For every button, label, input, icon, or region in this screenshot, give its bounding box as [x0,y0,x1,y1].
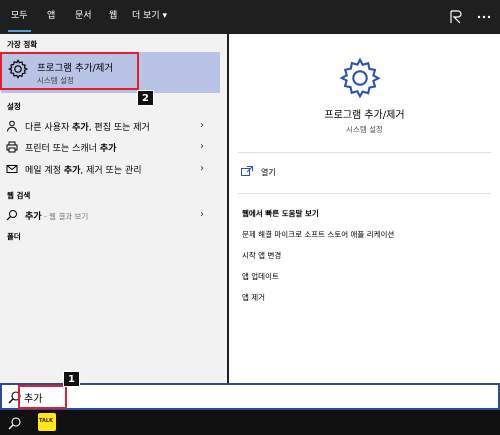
taskbar [0,410,500,435]
annotation-box-search [18,385,67,409]
tab-more[interactable]: 더 보기 ▾ [132,0,167,34]
open-action[interactable]: 열기 [261,167,276,178]
folders-header: 폴더 [7,232,21,241]
settings-item-label: 다른 사용자 추가, 편집 또는 제거 [25,123,150,133]
annotation-badge: 1 [63,371,80,387]
help-link[interactable]: 앱 제거 [242,292,265,303]
help-link[interactable]: 앱 업데이트 [242,271,279,282]
settings-item-other-users[interactable]: 다른 사용자 추가, 편집 또는 제거 › [0,117,227,136]
settings-header: 설정 [7,102,21,111]
mail-icon [6,165,18,173]
settings-item-label: 프린터 또는 스캐너 추가 [25,144,117,154]
feedback-icon[interactable] [448,9,464,25]
open-icon[interactable] [241,166,253,176]
help-link[interactable]: 시작 앱 변경 [242,250,281,261]
preview-pane: 프로그램 추가/제거 시스템 설정 열기 웹에서 빠른 도움말 보기 문제 해결… [229,34,500,385]
divider [238,152,491,153]
tab-all[interactable]: 모두 [8,0,31,34]
annotation-badge: 2 [137,90,154,106]
search-bar [0,383,500,410]
tab-apps[interactable]: 앱 [47,0,55,34]
more-options-icon[interactable] [476,9,492,25]
web-search-item[interactable]: 추가 - 웹 결과 보기 › [0,206,227,225]
annotation-box-best-match [0,52,139,90]
tab-web[interactable]: 웹 [109,0,117,34]
best-match-header: 가장 정확 [7,40,38,49]
settings-item-mail-account[interactable]: 메일 계정 추가, 제거 또는 관리 › [0,160,227,179]
help-link[interactable]: 문제 해결 마이크로 소프트 스토어 애플 리케이션 [242,229,394,240]
preview-title: 프로그램 추가/제거 [324,110,405,121]
person-icon [7,120,17,132]
search-icon [6,210,17,221]
chevron-right-icon[interactable]: › [200,163,204,174]
web-search-label: 추가 - 웹 결과 보기 [25,212,89,222]
chevron-right-icon[interactable]: › [200,141,204,152]
divider [238,193,491,194]
tab-documents[interactable]: 문서 [75,0,92,34]
kakaotalk-icon[interactable] [38,413,56,431]
search-filter-bar: 모두 앱 문서 웹 더 보기 ▾ [0,0,500,34]
printer-icon [6,141,18,153]
settings-item-printer[interactable]: 프린터 또는 스캐너 추가 › [0,138,227,157]
search-icon[interactable] [8,416,22,430]
web-search-header: 웹 검색 [7,191,31,200]
settings-item-label: 메일 계정 추가, 제거 또는 관리 [25,166,142,176]
chevron-right-icon[interactable]: › [200,120,204,131]
help-header: 웹에서 빠른 도움말 보기 [242,209,319,218]
preview-subtitle: 시스템 설정 [346,125,383,134]
gear-icon [339,57,381,99]
chevron-right-icon[interactable]: › [200,209,204,220]
